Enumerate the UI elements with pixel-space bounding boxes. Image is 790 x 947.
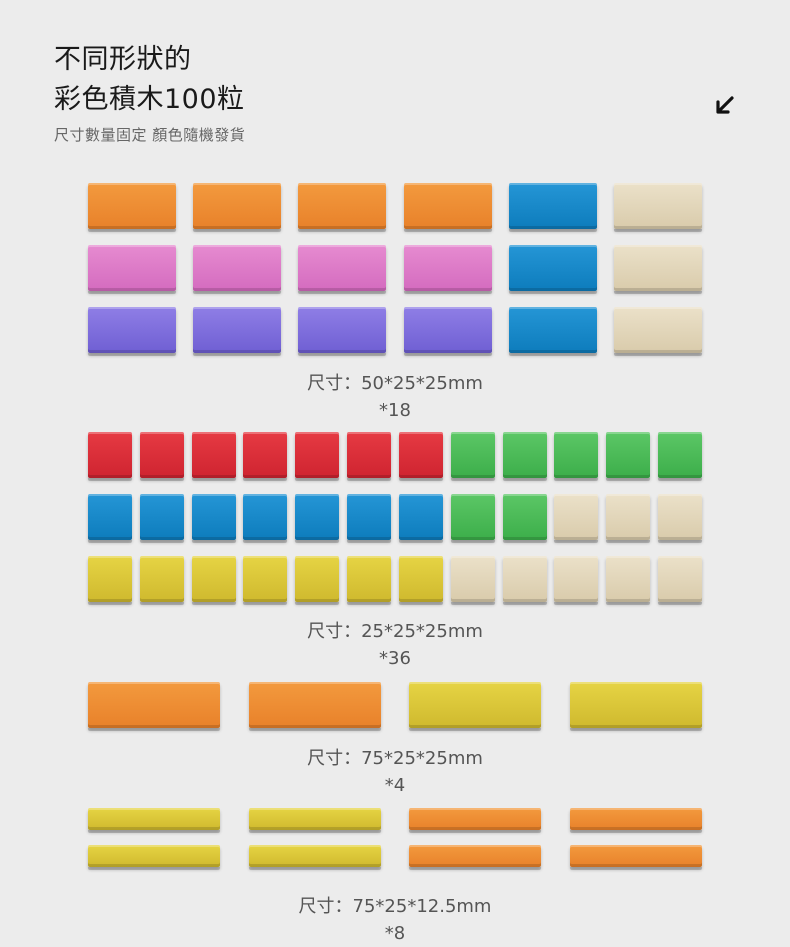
title-line-2: 彩色積木100粒 <box>54 84 245 115</box>
orange-block <box>409 808 542 833</box>
wood-block <box>657 556 702 605</box>
size-label: 尺寸：75*25*12.5mm <box>298 896 492 917</box>
count-label: *36 <box>379 648 411 669</box>
title-line-1: 不同形狀的 <box>54 44 192 75</box>
yellow-block <box>398 556 443 605</box>
purple-block <box>298 307 387 356</box>
orange-block <box>569 845 702 870</box>
block-row <box>88 556 702 605</box>
yellow-block <box>569 682 702 731</box>
block-row <box>88 307 702 356</box>
yellow-block <box>243 556 288 605</box>
wood-block <box>606 556 651 605</box>
blocks-grid-75x25x12_5 <box>88 808 702 870</box>
blue-block <box>508 183 597 232</box>
count-label: *8 <box>384 923 406 944</box>
green-block <box>554 432 599 481</box>
yellow-block <box>347 556 392 605</box>
red-block <box>139 432 184 481</box>
wood-block <box>450 556 495 605</box>
green-block <box>657 432 702 481</box>
size-caption-75x25x12_5: 尺寸：75*25*12.5mm *8 <box>0 893 790 947</box>
blue-block <box>139 494 184 543</box>
header: 不同形狀的 彩色積木100粒 尺寸數量固定 顏色隨機發貨 <box>54 40 245 145</box>
yellow-block <box>88 808 220 833</box>
blocks-grid-25x25x25 <box>88 432 702 605</box>
green-block <box>606 432 651 481</box>
yellow-block <box>139 556 184 605</box>
orange-block <box>248 682 381 731</box>
wood-block <box>613 307 702 356</box>
blue-block <box>347 494 392 543</box>
count-label: *4 <box>384 775 406 796</box>
purple-block <box>88 307 176 356</box>
red-block <box>243 432 288 481</box>
wood-block <box>613 183 702 232</box>
pink-block <box>193 245 282 294</box>
blue-block <box>398 494 443 543</box>
blocks-grid-50x25x25 <box>88 183 702 356</box>
red-block <box>295 432 340 481</box>
yellow-block <box>295 556 340 605</box>
blue-block <box>508 245 597 294</box>
blocks-grid-75x25x25 <box>88 682 702 731</box>
orange-block <box>88 183 176 232</box>
yellow-block <box>88 556 132 605</box>
size-label: 尺寸：25*25*25mm <box>307 621 483 642</box>
red-block <box>398 432 443 481</box>
wood-block <box>502 556 547 605</box>
purple-block <box>403 307 492 356</box>
green-block <box>502 432 547 481</box>
orange-block <box>569 808 702 833</box>
wood-block <box>613 245 702 294</box>
size-label: 尺寸：75*25*25mm <box>307 748 483 769</box>
count-label: *18 <box>379 400 411 421</box>
yellow-block <box>88 845 220 870</box>
pink-block <box>298 245 387 294</box>
block-row <box>88 183 702 232</box>
wood-block <box>606 494 651 543</box>
orange-block <box>409 845 542 870</box>
blue-block <box>88 494 132 543</box>
size-caption-50x25x25: 尺寸：50*25*25mm *18 <box>0 370 790 424</box>
block-row <box>88 808 702 833</box>
block-row <box>88 682 702 731</box>
orange-block <box>193 183 282 232</box>
red-block <box>191 432 236 481</box>
blue-block <box>295 494 340 543</box>
orange-block <box>88 682 220 731</box>
yellow-block <box>409 682 542 731</box>
block-row <box>88 494 702 543</box>
purple-block <box>193 307 282 356</box>
green-block <box>450 494 495 543</box>
orange-block <box>403 183 492 232</box>
arrow-down-left-icon <box>716 96 734 114</box>
wood-block <box>554 494 599 543</box>
blue-block <box>243 494 288 543</box>
yellow-block <box>191 556 236 605</box>
subtitle: 尺寸數量固定 顏色隨機發貨 <box>54 126 246 144</box>
blue-block <box>508 307 597 356</box>
blue-block <box>191 494 236 543</box>
red-block <box>88 432 132 481</box>
wood-block <box>657 494 702 543</box>
block-row <box>88 432 702 481</box>
green-block <box>450 432 495 481</box>
orange-block <box>298 183 387 232</box>
yellow-block <box>248 845 381 870</box>
block-row <box>88 845 702 870</box>
pink-block <box>88 245 176 294</box>
yellow-block <box>248 808 381 833</box>
size-caption-75x25x25: 尺寸：75*25*25mm *4 <box>0 745 790 799</box>
size-caption-25x25x25: 尺寸：25*25*25mm *36 <box>0 618 790 672</box>
green-block <box>502 494 547 543</box>
red-block <box>347 432 392 481</box>
wood-block <box>554 556 599 605</box>
size-label: 尺寸：50*25*25mm <box>307 373 483 394</box>
block-row <box>88 245 702 294</box>
pink-block <box>403 245 492 294</box>
